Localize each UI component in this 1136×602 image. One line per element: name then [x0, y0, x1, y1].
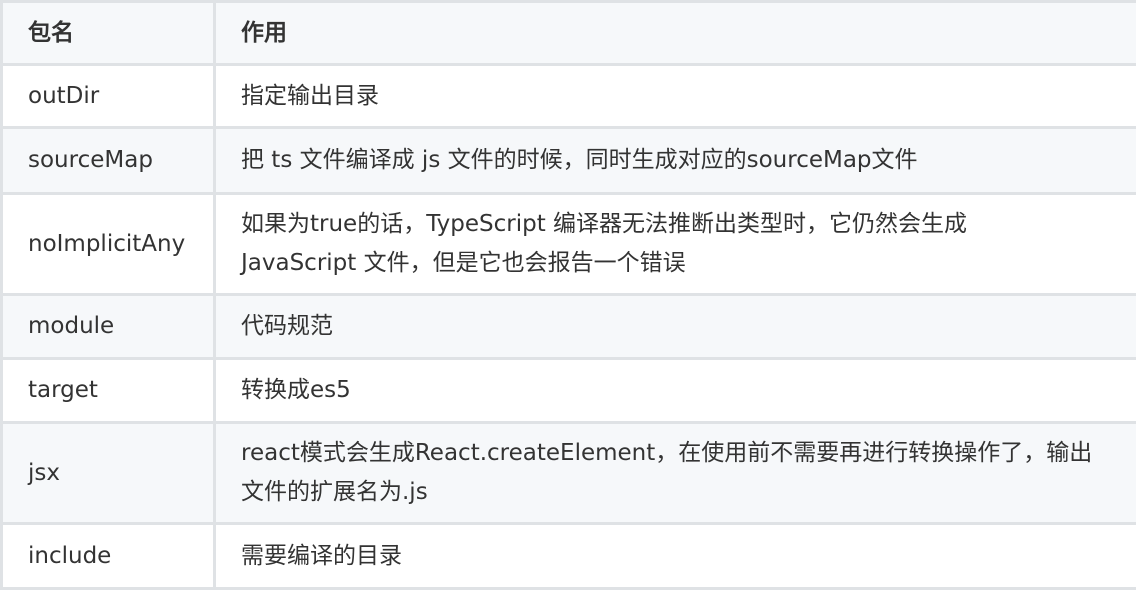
- option-description: 转换成es5: [213, 357, 1136, 424]
- table-row: target 转换成es5: [0, 357, 1136, 424]
- option-description: 如果为true的话，TypeScript 编译器无法推断出类型时，它仍然会生成 …: [213, 192, 1136, 296]
- option-name: noImplicitAny: [0, 192, 216, 296]
- option-name: jsx: [0, 421, 216, 525]
- table-row: module 代码规范: [0, 293, 1136, 360]
- option-name: include: [0, 522, 216, 590]
- option-description: react模式会生成React.createElement，在使用前不需要再进行…: [213, 421, 1136, 525]
- option-description: 指定输出目录: [213, 63, 1136, 129]
- option-description: 代码规范: [213, 293, 1136, 360]
- table-row: include 需要编译的目录: [0, 522, 1136, 590]
- table-row: jsx react模式会生成React.createElement，在使用前不需…: [0, 421, 1136, 525]
- option-name: module: [0, 293, 216, 360]
- option-name: sourceMap: [0, 126, 216, 195]
- config-table: 包名 作用 outDir 指定输出目录 sourceMap 把 ts 文件编译成…: [0, 0, 1136, 590]
- table-row: sourceMap 把 ts 文件编译成 js 文件的时候，同时生成对应的sou…: [0, 126, 1136, 195]
- header-purpose: 作用: [213, 0, 1136, 66]
- option-description: 需要编译的目录: [213, 522, 1136, 590]
- table-row: noImplicitAny 如果为true的话，TypeScript 编译器无法…: [0, 192, 1136, 296]
- table-row: outDir 指定输出目录: [0, 63, 1136, 129]
- option-description: 把 ts 文件编译成 js 文件的时候，同时生成对应的sourceMap文件: [213, 126, 1136, 195]
- table-header-row: 包名 作用: [0, 0, 1136, 66]
- header-package-name: 包名: [0, 0, 216, 66]
- option-name: outDir: [0, 63, 216, 129]
- option-name: target: [0, 357, 216, 424]
